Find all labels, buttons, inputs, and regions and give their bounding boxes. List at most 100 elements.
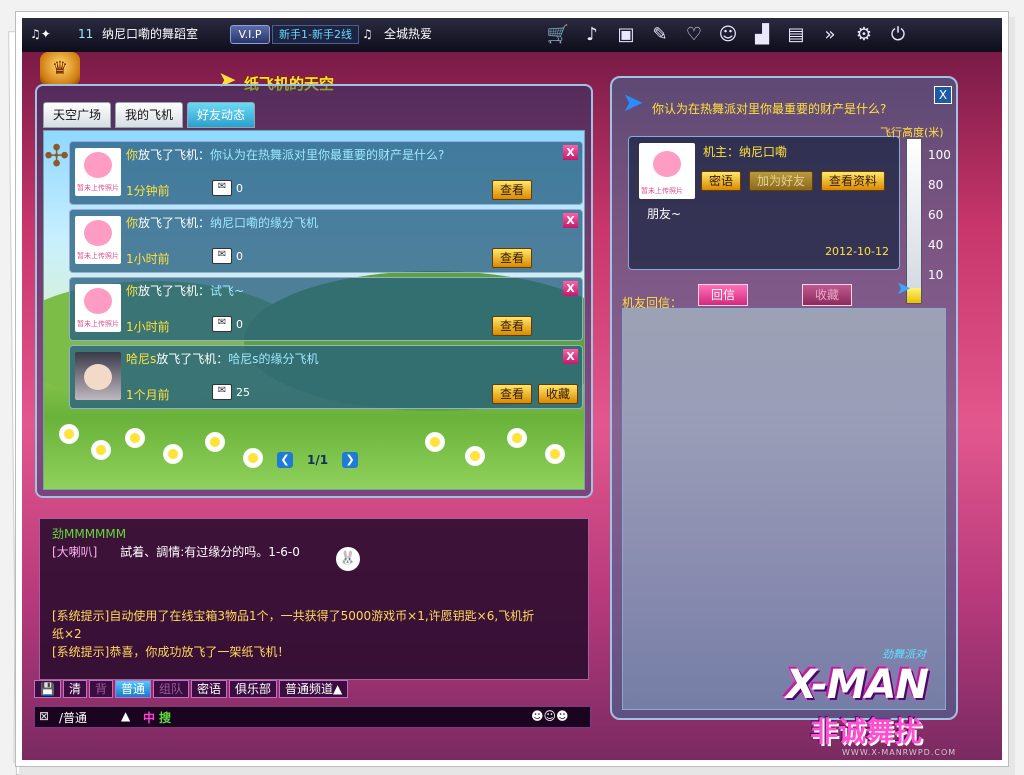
close-icon[interactable]: X	[563, 281, 578, 296]
treasure-chest-icon[interactable]: ♛	[40, 52, 80, 86]
font-size-toggle[interactable]: 中	[143, 709, 155, 726]
avatar[interactable]	[75, 352, 121, 400]
tab-sky-plaza[interactable]: 天空广场	[43, 102, 112, 128]
notebook-icon[interactable]: ▤	[780, 20, 812, 50]
owner-message: 朋友~	[647, 207, 682, 221]
reply-count: 25	[236, 386, 250, 399]
channel-club[interactable]: 俱乐部	[229, 680, 278, 698]
podium-icon[interactable]: ▟	[746, 20, 778, 50]
chat-panel: 劲MMMMMM [大喇叭] 試着、調情:有过缘分的吗。1-6-0 🐰 [系统提示…	[39, 518, 589, 680]
save-icon[interactable]: 💾	[34, 680, 61, 698]
mail-icon: ✉	[212, 248, 232, 264]
reply-button[interactable]: 回信	[698, 284, 749, 306]
view-profile-button[interactable]: 查看资料	[821, 171, 886, 191]
bunny-emoji-icon: 🐰	[336, 547, 360, 571]
paper-plane-icon: ➤	[622, 88, 644, 118]
page-indicator: 1/1	[307, 453, 329, 467]
mail-icon: ✉	[212, 316, 232, 332]
list-item[interactable]: 暂未上传照片 你放飞了飞机：纳尼口嘞的缘分飞机 1小时前 ✉ 0 查看 X	[69, 209, 583, 273]
close-input-icon[interactable]: ⊠	[39, 709, 49, 723]
add-friend-button[interactable]: 加为好友	[749, 171, 814, 191]
height-tick: 40	[928, 238, 944, 252]
gift-icon[interactable]: ▣	[610, 20, 642, 50]
height-tick: 60	[928, 208, 944, 222]
collect-button[interactable]: 收藏	[802, 284, 853, 306]
windmill-icon: ✣	[44, 139, 70, 174]
time-ago: 1小时前	[126, 252, 170, 266]
tab-my-planes[interactable]: 我的飞机	[115, 102, 184, 128]
meadow-background: ✣ 暂未上传照片 你放飞了飞机：你认为在热舞派对里你最重要的财产是什么? 1分钟…	[43, 130, 585, 490]
player-level: 11	[78, 27, 94, 41]
chevron-up-icon[interactable]: ▲	[121, 709, 130, 723]
whisper-button[interactable]: 密语	[701, 171, 742, 191]
channel-normal[interactable]: 普通	[114, 680, 151, 698]
prev-page-button[interactable]: ❮	[277, 452, 293, 468]
height-tick: 100	[928, 148, 951, 162]
search-button[interactable]: 搜	[159, 709, 171, 726]
height-tick: 80	[928, 178, 944, 192]
power-icon[interactable]: ⏻	[882, 20, 914, 50]
forward-icon[interactable]: »	[814, 20, 846, 50]
close-icon[interactable]: X	[563, 349, 578, 364]
notes-icon: ♫✦	[30, 27, 51, 41]
avatar[interactable]: 暂未上传照片	[75, 216, 121, 264]
music-icon: ♫	[362, 27, 373, 41]
gear-icon[interactable]: ⚙	[848, 20, 880, 50]
time-ago: 1小时前	[126, 320, 170, 334]
owner-name: 纳尼口嘞	[739, 145, 788, 159]
view-button[interactable]: 查看	[492, 180, 533, 200]
cart-icon[interactable]: 🛒	[542, 20, 574, 50]
xman-logo: 劲舞派对 X-MAN 非诚舞扰 WWW.X-MANRWPD.COM	[786, 648, 957, 757]
mail-icon: ✉	[212, 384, 232, 400]
channel-team[interactable]: 组队	[153, 680, 190, 698]
close-icon[interactable]: X	[563, 213, 578, 228]
owner-avatar[interactable]: 暂未上传照片	[639, 143, 695, 199]
system-message: [系统提示]自动使用了在线宝箱3物品1个，一共获得了5000游戏币×1,许愿钥匙…	[52, 609, 535, 623]
view-button[interactable]: 查看	[492, 316, 533, 336]
paper-plane-sky-window: 天空广场 我的飞机 好友动态 ✣ 暂未上传照片 你放飞了飞机：你认为在热舞派对里…	[35, 84, 593, 498]
reply-count: 0	[236, 318, 243, 331]
room-name: 纳尼口嘞的舞蹈室	[102, 27, 199, 41]
friends-icon[interactable]: ☺	[712, 20, 744, 50]
plane-marker-icon: ➤	[896, 278, 912, 299]
time-ago: 1个月前	[126, 388, 170, 402]
song-name: 全城热爱	[384, 27, 433, 41]
view-button[interactable]: 查看	[492, 248, 533, 268]
reply-count: 0	[236, 250, 243, 263]
time-ago: 1分钟前	[126, 184, 170, 198]
list-item[interactable]: 哈尼s放飞了飞机：哈尼s的缘分飞机 1个月前 ✉ 25 查看 收藏 X	[69, 345, 583, 409]
height-tick: 10	[928, 268, 944, 282]
chat-message: [大喇叭] 試着、調情:有过缘分的吗。1-6-0	[52, 545, 300, 559]
server-route[interactable]: 新手1-新手2线	[272, 25, 359, 44]
plane-detail-window: ➤ 你认为在热舞派对里你最重要的财产是什么? X 暂未上传照片 机主：纳尼口嘞 …	[610, 76, 958, 720]
avatar[interactable]: 暂未上传照片	[75, 148, 121, 196]
mail-icon: ✉	[212, 180, 232, 196]
avatar[interactable]: 暂未上传照片	[75, 284, 121, 332]
game-screen: ♫✦ 11 纳尼口嘞的舞蹈室 V.I.P 新手1-新手2线 ♫ 全城热爱 🛒 ♪…	[22, 18, 1002, 760]
list-item[interactable]: 暂未上传照片 你放飞了飞机：你认为在热舞派对里你最重要的财产是什么? 1分钟前 …	[69, 141, 583, 205]
chat-input-bar[interactable]: ⊠ /普通 ▲ 中 搜 ☻☺☻	[34, 706, 591, 728]
view-button[interactable]: 查看	[492, 384, 533, 404]
pagination: ❮ 1/1 ❯	[277, 452, 359, 468]
emote-icon[interactable]: ☻☺☻	[531, 709, 569, 723]
dance-icon[interactable]: ♪	[576, 20, 608, 50]
reply-count: 0	[236, 182, 243, 195]
list-item[interactable]: 暂未上传照片 你放飞了飞机：试飞~ 1小时前 ✉ 0 查看 X	[69, 277, 583, 341]
close-icon[interactable]: X	[934, 86, 952, 104]
item-icon[interactable]: ✎	[644, 20, 676, 50]
close-icon[interactable]: X	[563, 145, 578, 160]
channel-whisper[interactable]: 密语	[191, 680, 228, 698]
next-page-button[interactable]: ❯	[342, 452, 359, 468]
channel-background[interactable]: 背	[88, 680, 113, 698]
vip-badge[interactable]: V.I.P	[230, 25, 270, 44]
collect-button[interactable]: 收藏	[538, 384, 579, 404]
top-bar: ♫✦ 11 纳尼口嘞的舞蹈室 V.I.P 新手1-新手2线 ♫ 全城热爱 🛒 ♪…	[22, 18, 1002, 52]
chat-mode[interactable]: /普通	[59, 709, 87, 726]
toolbar-icons: 🛒 ♪ ▣ ✎ ♡ ☺ ▟ ▤ » ⚙ ⏻	[542, 20, 916, 50]
channel-select[interactable]: 普通频道▲	[279, 680, 349, 698]
tab-bar: 天空广场 我的飞机 好友动态	[43, 102, 259, 128]
couple-icon[interactable]: ♡	[678, 20, 710, 50]
plane-title: 你认为在热舞派对里你最重要的财产是什么?	[652, 102, 887, 116]
channel-clear[interactable]: 清	[62, 680, 87, 698]
tab-friend-activity[interactable]: 好友动态	[187, 102, 256, 128]
